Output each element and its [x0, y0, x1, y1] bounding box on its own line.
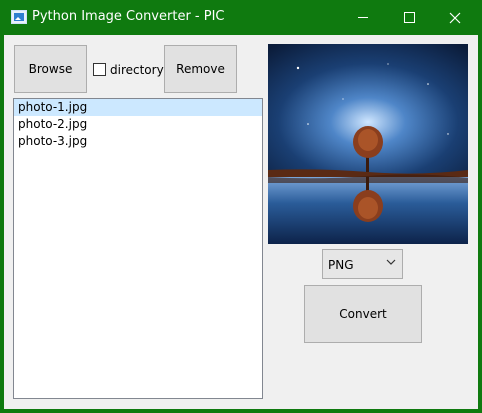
list-item[interactable]: photo-1.jpg	[14, 99, 262, 116]
close-button[interactable]	[432, 0, 478, 35]
list-item[interactable]: photo-2.jpg	[14, 116, 262, 133]
maximize-button[interactable]	[386, 0, 432, 35]
preview-photo	[268, 44, 468, 244]
list-item[interactable]: photo-3.jpg	[14, 133, 262, 150]
remove-button[interactable]: Remove	[164, 45, 237, 93]
window-client-area: Browse directory Remove photo-1.jpg phot…	[4, 35, 478, 409]
format-dropdown-value: PNG	[328, 258, 354, 272]
directory-checkbox[interactable]	[93, 63, 106, 76]
file-listbox[interactable]: photo-1.jpg photo-2.jpg photo-3.jpg	[13, 98, 263, 399]
format-dropdown[interactable]: PNG	[322, 249, 403, 279]
app-icon	[11, 10, 27, 24]
image-preview	[268, 44, 468, 244]
window-title: Python Image Converter - PIC	[32, 9, 225, 24]
minimize-icon	[358, 17, 368, 18]
convert-button[interactable]: Convert	[304, 285, 422, 343]
title-bar: Python Image Converter - PIC	[0, 0, 482, 35]
maximize-icon	[403, 12, 415, 23]
chevron-down-icon	[386, 259, 396, 265]
browse-button[interactable]: Browse	[14, 45, 87, 93]
directory-checkbox-label: directory	[110, 63, 164, 77]
minimize-button[interactable]	[340, 0, 386, 35]
close-icon	[449, 12, 461, 23]
